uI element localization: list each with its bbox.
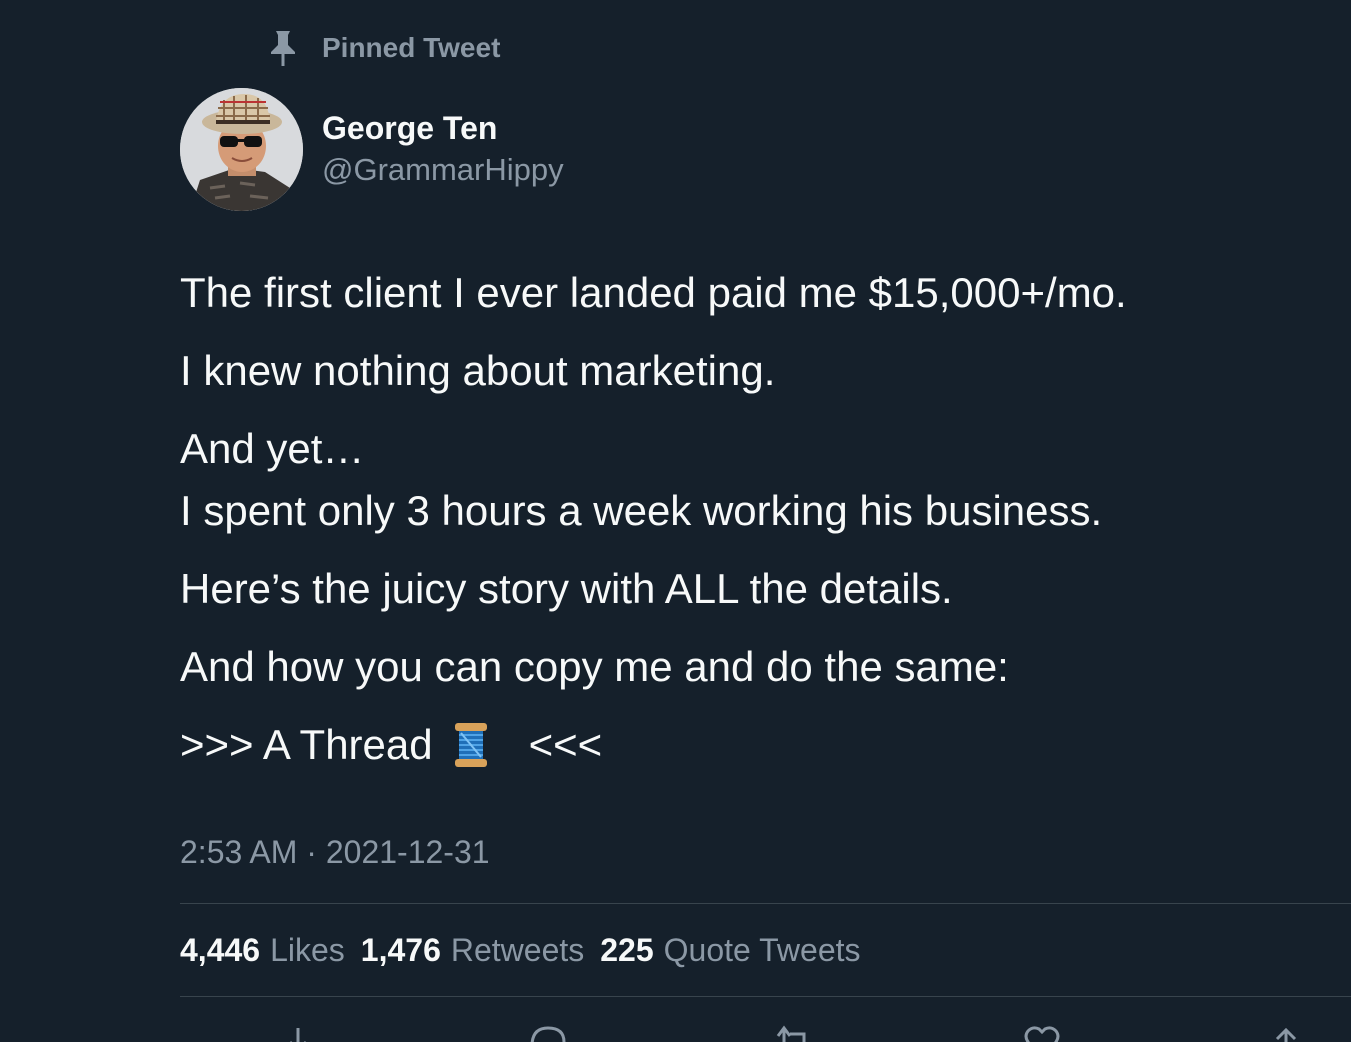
pinned-tweet-indicator: Pinned Tweet [268,28,500,68]
tweet-timestamp[interactable]: 2:53 AM · 2021-12-31 [180,830,490,874]
likes-label: Likes [270,932,345,968]
tweet-line: I knew nothing about marketing. [180,347,776,394]
quote-tweets-label: Quote Tweets [663,932,861,968]
reply-icon[interactable] [278,1020,322,1042]
spool-of-thread-icon [451,721,491,769]
divider [180,996,1351,997]
retweet-icon[interactable] [772,1020,816,1042]
comment-icon[interactable] [526,1020,570,1042]
pinned-label: Pinned Tweet [322,32,501,63]
tweet-line: The first client I ever landed paid me $… [180,269,1127,316]
likes-stat[interactable]: 4,446 Likes [180,928,345,972]
tweet-line: Here’s the juicy story with ALL the deta… [180,565,953,612]
author-name[interactable]: George Ten [322,106,564,150]
thread-line: >>> A Thread <<< [180,714,1330,776]
quote-tweets-stat[interactable]: 225 Quote Tweets [600,928,860,972]
pin-icon [268,29,298,67]
author-info[interactable]: George Ten @GrammarHippy [322,106,564,190]
tweet-stats: 4,446 Likes 1,476 Retweets 225 Quote Tweets [180,928,877,972]
retweets-stat[interactable]: 1,476 Retweets [361,928,584,972]
share-icon[interactable] [1264,1020,1308,1042]
tweet-line: And yet… [180,425,365,472]
retweets-label: Retweets [450,932,585,968]
avatar[interactable] [180,88,303,211]
divider [180,903,1351,904]
retweets-count: 1,476 [360,932,441,968]
tweet-line: And how you can copy me and do the same: [180,643,1009,690]
tweet-text: The first client I ever landed paid me $… [180,262,1330,776]
likes-count: 4,446 [180,932,261,968]
tweet-actions [180,1020,1351,1042]
quote-tweets-count: 225 [600,932,654,968]
like-icon[interactable] [1020,1020,1064,1042]
tweet-detail-page: Pinned Tweet George Ten @GrammarHippy Th… [0,0,1351,1042]
thread-suffix: <<< [528,721,603,768]
author-handle[interactable]: @GrammarHippy [322,150,564,190]
thread-prefix: >>> A Thread [180,721,433,768]
tweet-line: I spent only 3 hours a week working his … [180,487,1103,534]
